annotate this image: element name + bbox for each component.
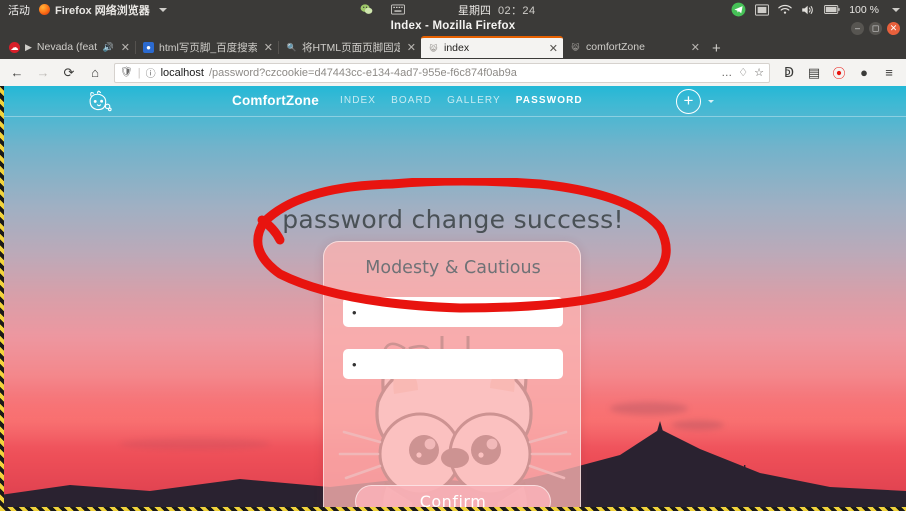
confirm-password-input[interactable] (343, 349, 563, 379)
hamburger-menu-icon[interactable]: ≡ (877, 62, 901, 83)
window-controls: – ◻ ✕ (851, 22, 900, 35)
screen: 活动 Firefox 网络浏览器 星期四 02：24 100 % Index -… (0, 0, 906, 511)
nav-item-gallery[interactable]: GALLERY (447, 95, 501, 106)
card-title: Modesty & Cautious (365, 258, 541, 278)
system-tray-right: 100 % (731, 0, 900, 19)
close-window-button[interactable]: ✕ (887, 22, 900, 35)
volume-icon[interactable] (801, 4, 815, 16)
search-icon: 🔍 (286, 42, 297, 52)
keyboard-icon[interactable] (391, 4, 405, 15)
system-top-bar: 活动 Firefox 网络浏览器 星期四 02：24 100 % (0, 0, 906, 19)
screen-recording-border-left (0, 86, 4, 511)
nav-item-password[interactable]: PASSWORD (516, 95, 583, 106)
cat-icon: 😸 (429, 43, 438, 53)
tab-close-icon[interactable]: ✕ (262, 41, 273, 54)
add-button[interactable]: + (676, 89, 701, 114)
url-host: localhost (160, 66, 204, 79)
header-divider (0, 116, 906, 117)
browser-tab[interactable]: 😸 comfortZone ✕ (563, 36, 705, 58)
app-menu-firefox[interactable]: Firefox 网络浏览器 (39, 2, 167, 18)
cat-icon: 😸 (571, 42, 580, 52)
new-tab-button[interactable]: + (705, 40, 728, 58)
screen-recording-border-bottom (0, 507, 906, 511)
tab-close-icon[interactable]: ✕ (547, 42, 558, 55)
site-nav: INDEX BOARD GALLERY PASSWORD (340, 95, 583, 106)
screenshot-icon[interactable] (755, 3, 770, 16)
account-icon[interactable]: ● (852, 62, 876, 83)
tab-close-icon[interactable]: ✕ (405, 41, 416, 54)
tab-audio-icon[interactable]: 🔊 (103, 42, 114, 53)
system-tray-left (360, 0, 405, 19)
clock-time: 02：24 (498, 4, 536, 17)
wechat-icon[interactable] (360, 3, 373, 16)
site-information-icon[interactable]: ⓘ (146, 65, 156, 80)
clock-weekday: 星期四 (458, 4, 491, 17)
tab-title: 将HTML页面页脚固定在底 (302, 41, 400, 54)
tracking-protection-icon[interactable]: 🛡 (120, 67, 133, 78)
window-title: Index - Mozilla Firefox (390, 20, 516, 32)
tab-title: index (444, 42, 470, 54)
system-menu-caret-icon[interactable] (892, 7, 900, 12)
clock[interactable]: 星期四 02：24 (458, 0, 535, 19)
navigation-toolbar: ← → ⟳ ⌂ 🛡 | ⓘ localhost/password?czcooki… (0, 59, 906, 86)
nav-item-index[interactable]: INDEX (340, 95, 376, 106)
site-header: ComfortZone INDEX BOARD GALLERY PASSWORD… (0, 86, 906, 116)
activities-button[interactable]: 活动 (0, 2, 39, 18)
browser-tab-active[interactable]: 😸 index ✕ (421, 36, 563, 58)
browser-tab[interactable]: ● html写页脚_百度搜索 ✕ (136, 36, 278, 58)
url-path: /password?czcookie=d47443cc-e134-4ad7-95… (208, 66, 517, 79)
battery-percent: 100 % (849, 3, 879, 16)
minimize-button[interactable]: – (851, 22, 864, 35)
tab-close-icon[interactable]: ✕ (119, 41, 130, 54)
tab-close-icon[interactable]: ✕ (689, 41, 700, 54)
back-button[interactable]: ← (5, 62, 29, 83)
site-brand[interactable]: ComfortZone (232, 93, 319, 108)
cat-logo-icon[interactable] (84, 88, 114, 119)
firefox-icon (39, 4, 50, 15)
address-bar[interactable]: 🛡 | ⓘ localhost/password?czcookie=d47443… (114, 62, 770, 83)
wifi-icon[interactable] (778, 4, 792, 15)
play-icon: ▶ (25, 41, 32, 52)
tab-strip: ☁ ▶ Nevada (feat. Cozi 🔊 ✕ ● html写页脚_百度搜… (0, 36, 906, 58)
tab-title: html写页脚_百度搜索 (159, 41, 257, 54)
tracking-shield-icon[interactable]: ⦿ (827, 62, 851, 83)
web-page-viewport: ComfortZone INDEX BOARD GALLERY PASSWORD… (0, 86, 906, 511)
bookmark-star-icon[interactable]: ☆ (754, 66, 764, 79)
reload-button[interactable]: ⟳ (57, 62, 81, 83)
chevron-down-icon[interactable] (708, 100, 714, 103)
pocket-icon[interactable]: ♢ (738, 66, 748, 79)
sidebar-icon[interactable]: ▤ (802, 62, 826, 83)
browser-tab[interactable]: 🔍 将HTML页面页脚固定在底 ✕ (279, 36, 421, 58)
nav-item-board[interactable]: BOARD (391, 95, 432, 106)
page-actions-icon[interactable]: … (721, 67, 732, 79)
home-button[interactable]: ⌂ (83, 62, 107, 83)
forward-button[interactable]: → (31, 62, 55, 83)
telegram-icon[interactable] (731, 2, 746, 17)
new-password-input[interactable] (343, 297, 563, 327)
library-icon[interactable]: ↁ (777, 62, 801, 83)
soundcloud-icon: ☁ (9, 41, 20, 53)
password-change-card: Modesty & Cautious Confirm (323, 241, 581, 511)
firefox-window: Index - Mozilla Firefox – ◻ ✕ ☁ ▶ Nevada… (0, 19, 906, 86)
tab-title: comfortZone (586, 41, 645, 53)
baidu-icon: ● (143, 41, 154, 53)
chevron-down-icon (158, 7, 167, 12)
battery-icon[interactable] (824, 5, 840, 14)
maximize-button[interactable]: ◻ (869, 22, 882, 35)
success-message: password change success! (282, 205, 624, 234)
browser-tab[interactable]: ☁ ▶ Nevada (feat. Cozi 🔊 ✕ (2, 36, 135, 58)
app-menu-label: Firefox 网络浏览器 (55, 4, 150, 17)
tab-title: Nevada (feat. Cozi (36, 41, 98, 53)
